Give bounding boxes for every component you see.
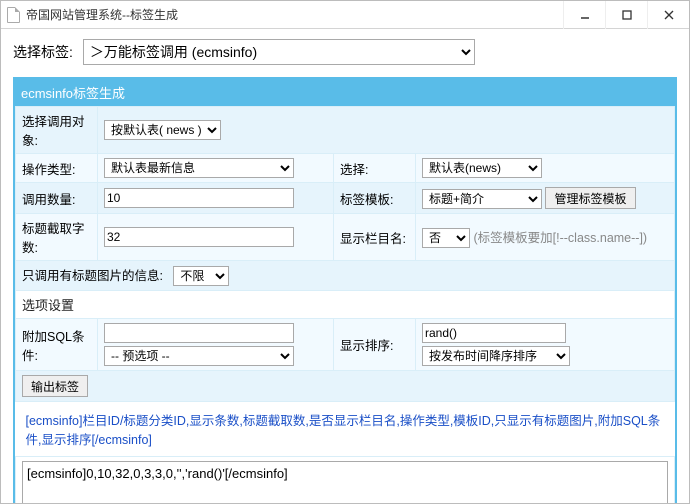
ecmsinfo-panel: ecmsinfo标签生成 选择调用对象: 按默认表( news ) 操作类型: … [13,77,677,503]
sql-input[interactable] [104,323,294,343]
show-class-hint: (标签模板要加[!--class.name--]) [473,231,647,245]
target-select[interactable]: 按默认表( news ) [104,120,221,140]
select-tag-label: 选择标签: [13,42,73,62]
explain-text: [ecmsinfo]栏目ID/标题分类ID,显示条数,标题截取数,是否显示栏目名… [22,406,669,452]
only-pic-label: 只调用有标题图片的信息: [22,269,163,283]
count-label: 调用数量: [16,183,98,214]
panel-title: ecmsinfo标签生成 [15,79,675,106]
target-label: 选择调用对象: [16,107,98,154]
section-options: 选项设置 [16,291,675,319]
sql-label: 附加SQL条件: [16,319,98,371]
count-input[interactable] [104,188,294,208]
output-textarea[interactable]: [ecmsinfo]0,10,32,0,3,3,0,'','rand()'[/e… [22,461,668,504]
manage-tpl-button[interactable]: 管理标签模板 [545,187,635,209]
window-maximize-button[interactable] [605,1,647,29]
document-icon [7,7,20,23]
tpl-select[interactable]: 标题+简介 [422,189,542,209]
sort-select[interactable]: 按发布时间降序排序 [422,346,570,366]
only-pic-select[interactable]: 不限 [173,266,229,286]
title-len-input[interactable] [104,227,294,247]
op-type-select[interactable]: 默认表最新信息 [104,158,294,178]
sql-preset-select[interactable]: -- 预选项 -- [104,346,294,366]
op-type-label: 操作类型: [16,154,98,183]
table-select-label: 选择: [334,154,416,183]
tpl-label: 标签模板: [334,183,416,214]
title-len-label: 标题截取字数: [16,214,98,261]
table-select[interactable]: 默认表(news) [422,158,542,178]
sort-input[interactable] [422,323,566,343]
show-class-label: 显示栏目名: [334,214,416,261]
window-minimize-button[interactable] [563,1,605,29]
window-titlebar: 帝国网站管理系统--标签生成 [1,1,689,29]
select-tag-dropdown[interactable]: ＞万能标签调用 (ecmsinfo) [83,39,475,65]
show-class-select[interactable]: 否 [422,228,470,248]
sort-label: 显示排序: [334,319,416,371]
window-title: 帝国网站管理系统--标签生成 [26,6,178,23]
output-tag-button[interactable]: 输出标签 [22,375,88,397]
window-close-button[interactable] [647,1,689,29]
